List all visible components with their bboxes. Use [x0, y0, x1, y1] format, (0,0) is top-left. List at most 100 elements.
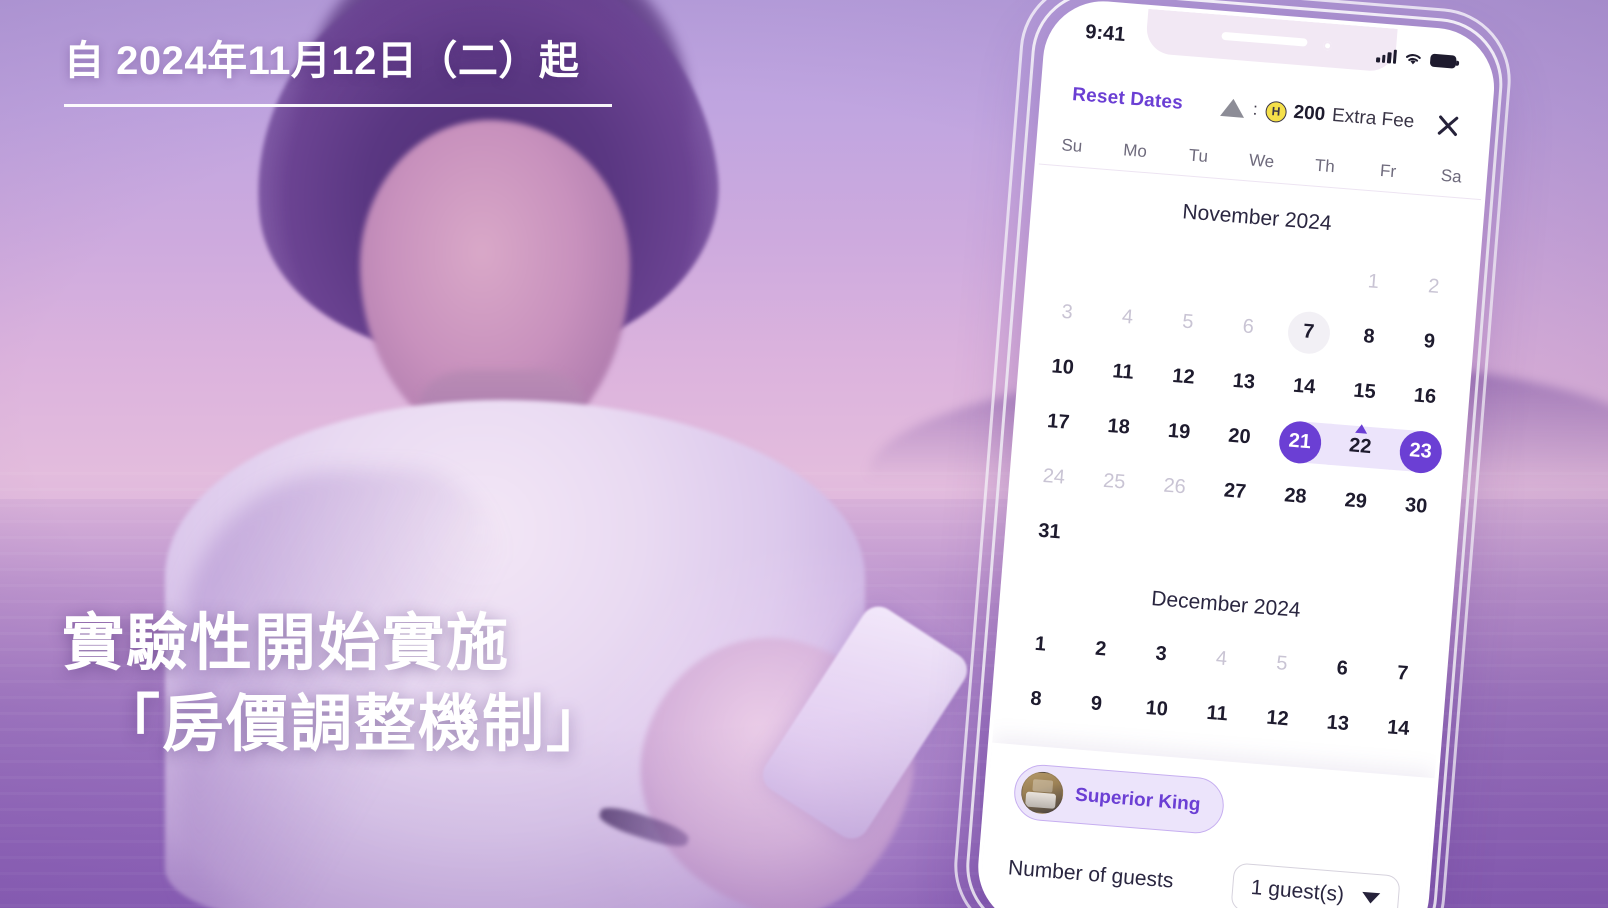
- calendar-day-cell[interactable]: 18: [1086, 400, 1150, 454]
- weekday-fr: Fr: [1379, 160, 1397, 181]
- wifi-icon: [1406, 53, 1421, 64]
- calendar-day-number: 9: [1089, 692, 1103, 716]
- calendar-day-cell[interactable]: 17: [1026, 396, 1090, 450]
- calendar-day-number: 8: [1029, 687, 1043, 711]
- calendar-day-number: 31: [1037, 519, 1062, 544]
- calendar-day-number: 29: [1343, 489, 1368, 513]
- calendar-day-cell[interactable]: 12: [1245, 692, 1309, 746]
- calendar-day-number: 18: [1106, 414, 1131, 439]
- calendar-day-cell[interactable]: 1: [1008, 618, 1072, 672]
- calendar-day-cell[interactable]: 23: [1388, 425, 1452, 479]
- battery-icon: [1429, 53, 1457, 69]
- calendar-day-number: 7: [1285, 309, 1332, 355]
- calendar-day-number: 5: [1275, 652, 1289, 676]
- calendar-day-number: 10: [1050, 355, 1075, 379]
- calendar-day-cell[interactable]: 27: [1203, 465, 1267, 519]
- calendar-day-cell[interactable]: 30: [1384, 480, 1448, 534]
- calendar-day-cell[interactable]: 8: [1004, 673, 1068, 727]
- calendar-day-number: 13: [1231, 369, 1256, 394]
- calendar-day-cell: 26: [1142, 460, 1206, 514]
- calendar-day-cell[interactable]: 29: [1324, 475, 1388, 529]
- month-grid: 1 2 3 4 5 6 7 8 9 10 11 12 13 14 15 16 17 18 19 20 21 22 23 24 2…: [1017, 231, 1466, 588]
- weekday-tu: Tu: [1188, 145, 1209, 166]
- calendar-day-cell: 3: [1035, 286, 1099, 340]
- guests-dropdown[interactable]: 1 guest(s): [1230, 862, 1401, 908]
- calendar-day-cell[interactable]: 9: [1064, 678, 1128, 732]
- weekday-th: Th: [1314, 155, 1336, 176]
- reset-dates-button[interactable]: Reset Dates: [1071, 84, 1183, 115]
- calendar-day-number: 11: [1111, 360, 1135, 384]
- calendar-day-number: 4: [1121, 305, 1134, 329]
- calendar-day-number: 8: [1362, 325, 1376, 348]
- calendar-day-cell[interactable]: 16: [1393, 370, 1457, 424]
- calendar-day-cell[interactable]: 12: [1151, 350, 1215, 404]
- calendar-day-number: 2: [1094, 637, 1108, 661]
- month-grid: 1 2 3 4 5 6 7 8 9 10 11 12 13 14: [1004, 618, 1435, 756]
- calendar-day-cell[interactable]: 11: [1091, 346, 1155, 400]
- calendar-day-cell[interactable]: 13: [1212, 355, 1276, 409]
- calendar-day-number: 6: [1241, 315, 1255, 339]
- coin-icon: H: [1264, 100, 1288, 123]
- calendar-day-number: 2: [1427, 275, 1441, 299]
- phone-body: 9:41 Reset Dates: H 200 Extra Fee Su Mo…: [973, 0, 1499, 908]
- calendar-day-cell: 2: [1402, 260, 1466, 314]
- calendar-day-cell[interactable]: 19: [1147, 405, 1211, 459]
- calendar-day-number: 26: [1162, 474, 1187, 499]
- calendar-day-number: 20: [1227, 424, 1252, 449]
- calendar-day-number: 10: [1144, 696, 1169, 721]
- calendar-day-number: 3: [1154, 642, 1168, 666]
- calendar-day-cell[interactable]: 15: [1332, 365, 1396, 419]
- status-bar-icons: [1375, 48, 1457, 69]
- calendar-day-cell: 5: [1250, 637, 1314, 691]
- room-photo-icon: [1019, 770, 1065, 816]
- calendar-day-cell[interactable]: 7: [1276, 305, 1340, 359]
- calendar-day-number: 3: [1060, 300, 1074, 324]
- calendar-day-number: 24: [1041, 464, 1066, 489]
- calendar-day-cell[interactable]: 20: [1207, 410, 1271, 464]
- extra-fee-label: Extra Fee: [1331, 104, 1416, 133]
- chevron-down-icon: [1361, 891, 1381, 904]
- calendar-day-cell[interactable]: 10: [1031, 341, 1095, 395]
- calendar-day-number: 28: [1283, 484, 1308, 509]
- guests-value: 1 guest(s): [1250, 875, 1345, 907]
- weekday-we: We: [1248, 149, 1275, 171]
- calendar-day-cell[interactable]: 13: [1306, 697, 1370, 751]
- calendar-day-number: 5: [1181, 310, 1195, 334]
- calendar-months-scroll[interactable]: November 2024 1 2 3 4 5 6 7 8 9 10 11 12 13 14 15 16 17 18…: [992, 167, 1481, 785]
- calendar-day-cell: 6: [1216, 300, 1280, 354]
- calendar-day-cell[interactable]: 22: [1328, 420, 1392, 474]
- calendar-day-number: 23: [1397, 428, 1444, 475]
- calendar-day-cell[interactable]: 10: [1125, 682, 1189, 736]
- calendar-day-cell[interactable]: 14: [1272, 360, 1336, 414]
- calendar-day-cell[interactable]: 14: [1366, 702, 1430, 756]
- room-type-chip[interactable]: Superior King: [1012, 762, 1226, 836]
- close-icon[interactable]: [1434, 111, 1462, 139]
- calendar-day-cell[interactable]: 9: [1397, 315, 1461, 369]
- calendar-day-number: 12: [1265, 706, 1290, 731]
- calendar-day-number: 11: [1205, 701, 1229, 726]
- calendar-day-cell[interactable]: 21: [1268, 415, 1332, 469]
- calendar-day-cell[interactable]: 11: [1185, 687, 1249, 741]
- calendar-day-number: 4: [1215, 647, 1228, 671]
- calendar-day-number: 14: [1292, 374, 1317, 399]
- calendar-day-number: 21: [1277, 419, 1323, 465]
- calendar-day-cell[interactable]: 6: [1310, 642, 1374, 696]
- calendar-day-cell[interactable]: 3: [1129, 628, 1193, 682]
- eyebrow-text: 自 2024年11月12日（二）起: [64, 39, 580, 83]
- calendar-day-cell: 5: [1156, 296, 1220, 350]
- calendar-day-cell: 1: [1341, 255, 1405, 309]
- signal-icon: [1375, 48, 1397, 64]
- extra-fee-amount: 200: [1292, 101, 1326, 126]
- weekday-su: Su: [1060, 134, 1084, 156]
- calendar-day-cell[interactable]: 7: [1370, 647, 1434, 701]
- calendar-day-number: 6: [1335, 657, 1349, 680]
- calendar-day-cell[interactable]: 31: [1017, 505, 1081, 559]
- calendar-day-cell[interactable]: 28: [1263, 470, 1327, 524]
- page-title: 實驗性開始實施 「房價調整機制」: [62, 604, 702, 765]
- calendar-day-number: 30: [1404, 494, 1429, 518]
- calendar-day-cell[interactable]: 2: [1069, 623, 1133, 677]
- weekday-sa: Sa: [1440, 165, 1463, 186]
- weekday-mo: Mo: [1122, 139, 1148, 161]
- calendar-day-number: 25: [1102, 469, 1127, 494]
- calendar-day-cell[interactable]: 8: [1337, 310, 1401, 364]
